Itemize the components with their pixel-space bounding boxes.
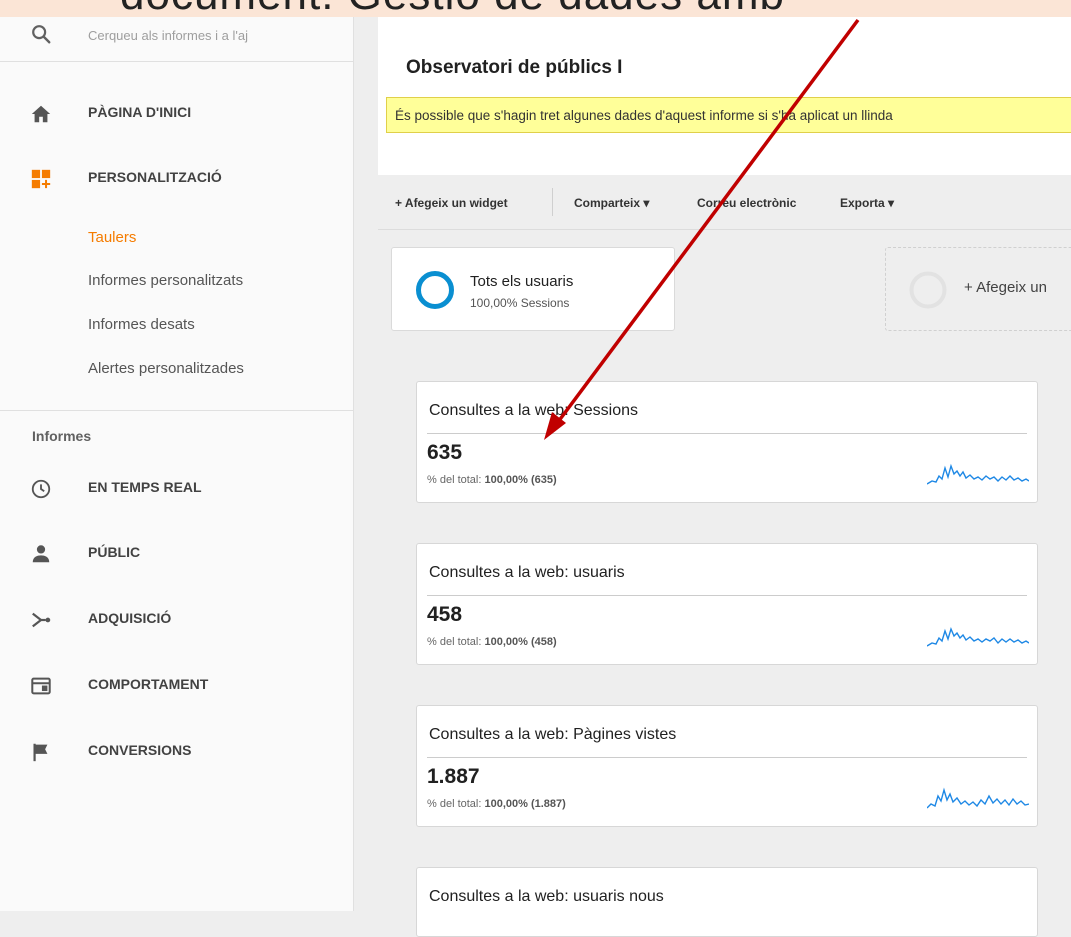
widget-title: Consultes a la web: usuaris nous [429,888,664,905]
sidebar-item-alertes[interactable]: Alertes personalitzades [88,360,244,377]
add-segment-button[interactable]: + Afegeix un [885,247,1071,331]
widget-title: Consultes a la web: Sessions [429,402,638,419]
widget-divider [427,433,1027,434]
sidebar-item-informes-desats[interactable]: Informes desats [88,316,195,333]
top-banner: document. Gestió de dades amb [0,0,1071,17]
nav-audience[interactable]: PÚBLIC [0,535,353,571]
widget-total-value: 100,00% (458) [484,636,557,648]
nav-realtime-label: EN TEMPS REAL [88,479,202,495]
dashboard-plus-icon [31,169,51,189]
nav-customization-label: PERSONALITZACIÓ [88,169,222,185]
page-title: Observatori de públics I [406,57,623,78]
add-widget-button[interactable]: + Afegeix un widget [395,196,508,210]
widget-total: % del total: 100,00% (458) [427,636,557,648]
notice-text: És possible que s'hagin tret algunes dad… [395,108,893,123]
share-button[interactable]: Comparteix ▾ [574,196,649,210]
sidebar-search[interactable]: Cerqueu als informes i a l'aj [0,17,353,62]
person-icon [32,545,50,563]
widget-total: % del total: 100,00% (1.887) [427,798,566,810]
clock-icon [31,479,51,499]
behavior-icon [31,677,51,695]
search-icon [32,25,51,44]
nav-home[interactable]: PÀGINA D'INICI [0,95,353,131]
toolbar-divider [552,188,553,216]
reports-section-label: Informes [32,428,92,444]
sidebar-divider [0,410,353,411]
segment-sessions: 100,00% Sessions [470,296,570,310]
widget-value: 1.887 [427,765,480,788]
widget-new-users[interactable]: Consultes a la web: usuaris nous [416,867,1038,937]
segment-all-users[interactable]: Tots els usuaris 100,00% Sessions [391,247,675,331]
search-input[interactable]: Cerqueu als informes i a l'aj [88,28,248,43]
dashboard-header: Observatori de públics I És possible que… [378,17,1071,175]
nav-customization[interactable]: PERSONALITZACIÓ [0,160,353,196]
segment-placeholder-icon [909,271,947,309]
nav-behavior-label: COMPORTAMENT [88,676,209,692]
sidebar-item-taulers[interactable]: Taulers [88,229,136,246]
widget-pageviews[interactable]: Consultes a la web: Pàgines vistes 1.887… [416,705,1038,827]
widget-total: % del total: 100,00% (635) [427,474,557,486]
flag-icon [33,743,48,762]
add-segment-label: + Afegeix un [964,279,1047,296]
dashboard-toolbar: + Afegeix un widget Comparteix ▾ Correu … [378,175,1071,230]
widget-total-value: 100,00% (635) [484,474,557,486]
sparkline [927,463,1029,485]
nav-realtime[interactable]: EN TEMPS REAL [0,470,353,506]
segment-name: Tots els usuaris [470,273,574,290]
nav-conversions[interactable]: CONVERSIONS [0,733,353,769]
nav-conversions-label: CONVERSIONS [88,742,192,758]
widget-title: Consultes a la web: Pàgines vistes [429,726,677,743]
widget-divider [427,757,1027,758]
export-button[interactable]: Exporta ▾ [840,196,894,210]
widget-total-label: % del total: [427,474,482,486]
nav-acquisition-label: ADQUISICIÓ [88,610,172,626]
nav-home-label: PÀGINA D'INICI [88,104,192,120]
widget-users[interactable]: Consultes a la web: usuaris 458 % del to… [416,543,1038,665]
widget-divider [427,595,1027,596]
sidebar-item-informes-personalitzats[interactable]: Informes personalitzats [88,272,243,289]
nav-behavior[interactable]: COMPORTAMENT [0,667,353,703]
nav-acquisition[interactable]: ADQUISICIÓ [0,601,353,637]
widget-value: 635 [427,441,463,464]
banner-text: document. Gestió de dades amb [120,0,785,17]
sparkline [927,787,1029,809]
widget-total-label: % del total: [427,798,482,810]
widget-title: Consultes a la web: usuaris [429,564,625,581]
data-threshold-notice: És possible que s'hagin tret algunes dad… [386,97,1071,133]
sidebar: Cerqueu als informes i a l'aj PÀGINA D'I… [0,17,354,911]
segment-ring-icon [416,271,454,309]
main-content: Observatori de públics I És possible que… [378,17,1071,937]
widget-sessions[interactable]: Consultes a la web: Sessions 635 % del t… [416,381,1038,503]
widget-value: 458 [427,603,463,626]
home-icon [31,105,51,123]
nav-audience-label: PÚBLIC [88,544,141,560]
acquisition-icon [32,612,51,628]
widget-total-value: 100,00% (1.887) [484,798,566,810]
email-button[interactable]: Correu electrònic [697,196,796,210]
sparkline [927,626,1029,647]
widget-total-label: % del total: [427,636,482,648]
